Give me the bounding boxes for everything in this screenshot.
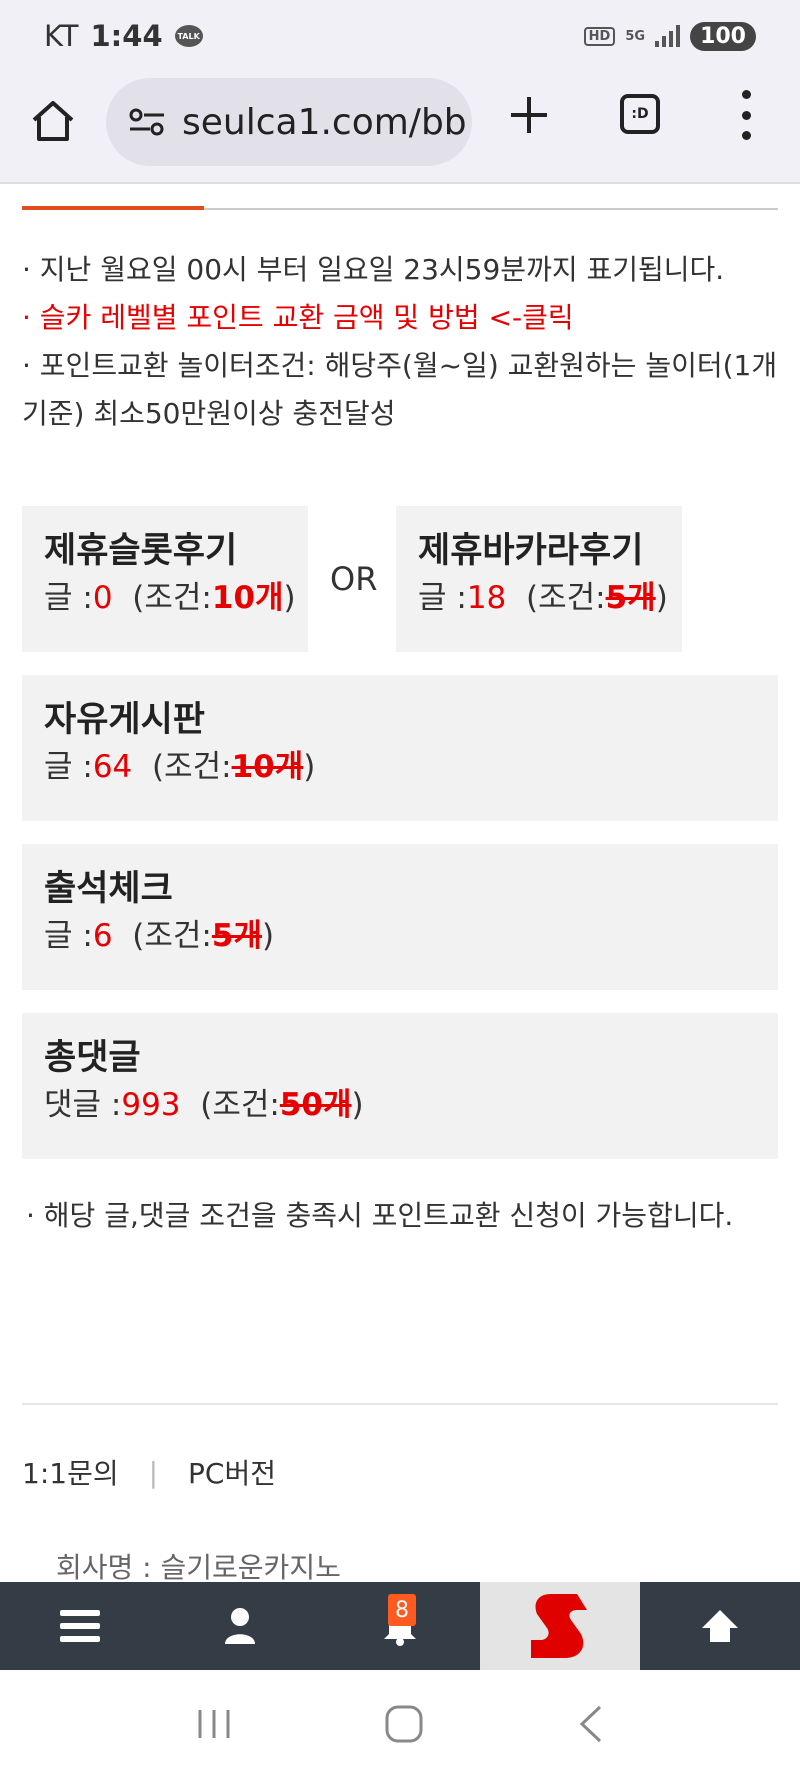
hamburger-icon [60, 1610, 100, 1642]
card-count-line: 글 :18 (조건:5개) [418, 576, 668, 620]
post-count: 18 [466, 580, 507, 616]
hd-icon: HD [583, 26, 616, 46]
condition-suffix: ) [303, 749, 316, 785]
requirement: 10개 [231, 749, 304, 785]
count-prefix: 글 : [418, 580, 467, 616]
pc-version-link[interactable]: PC버전 [188, 1452, 276, 1492]
system-navigation [0, 1670, 800, 1778]
nav-home-logo[interactable] [480, 1582, 640, 1670]
site-settings-icon[interactable] [128, 107, 166, 137]
active-tab-indicator [22, 206, 204, 210]
nav-user-button[interactable] [160, 1582, 320, 1670]
notification-badge: 8 [388, 1594, 416, 1626]
bottom-nav: 8 [0, 1582, 800, 1670]
clock: 1:44 [90, 19, 163, 53]
address-bar[interactable]: seulca1.com/bb [106, 78, 472, 166]
eligibility-note: · 해당 글,댓글 조건을 충족시 포인트교환 신청이 가능합니다. [26, 1199, 734, 1232]
count-prefix: 글 : [44, 580, 93, 616]
card-count-line: 글 :0 (조건:10개) [44, 576, 296, 620]
recent-apps-icon[interactable] [196, 1706, 232, 1742]
browser-toolbar: seulca1.com/bb :D [0, 72, 800, 184]
battery-indicator: 100 [690, 21, 756, 51]
condition-prefix: (조건: [526, 580, 606, 616]
carrier-label: KT [44, 19, 79, 53]
info-notes: · 지난 월요일 00시 부터 일요일 23시59분까지 표기됩니다. · 슬카… [22, 246, 782, 438]
condition-prefix: (조건: [132, 918, 212, 954]
status-right: HD 5G 100 [583, 21, 756, 51]
network-5g-icon: 5G [625, 28, 646, 44]
condition-prefix: (조건: [152, 749, 232, 785]
card-slot-review: 제휴슬롯후기 글 :0 (조건:10개) [22, 506, 308, 652]
card-title: 자유게시판 [44, 700, 206, 740]
comment-count: 993 [121, 1087, 181, 1123]
requirement: 10개 [211, 580, 284, 616]
condition-suffix: ) [261, 918, 275, 954]
condition-suffix: ) [351, 1087, 364, 1123]
home-icon[interactable] [30, 98, 76, 144]
count-prefix: 글 : [44, 749, 93, 785]
note-period: · 지난 월요일 00시 부터 일요일 23시59분까지 표기됩니다. [22, 253, 725, 286]
card-attendance: 출석체크 글 :6 (조건:5개) [22, 844, 778, 990]
kakaotalk-icon: TALK [174, 25, 203, 47]
or-label: OR [330, 560, 378, 598]
condition-suffix: ) [655, 580, 668, 616]
requirement: 50개 [279, 1087, 352, 1123]
card-free-board: 자유게시판 글 :64 (조건:10개) [22, 675, 778, 821]
note-exchange-link[interactable]: · 슬카 레벨별 포인트 교환 금액 및 방법 <-클릭 [22, 294, 782, 342]
card-title: 제휴슬롯후기 [44, 531, 238, 571]
home-nav-icon[interactable] [384, 1704, 424, 1744]
post-count: 6 [92, 918, 113, 954]
inquiry-link[interactable]: 1:1문의 [22, 1452, 119, 1492]
status-bar: KT 1:44 TALK HD 5G 100 [0, 0, 800, 72]
footer-links: 1:1문의 | PC버전 [22, 1452, 276, 1492]
nav-notification-button[interactable]: 8 [320, 1582, 480, 1670]
back-icon[interactable] [576, 1704, 604, 1744]
card-count-line: 글 :6 (조건:5개) [44, 914, 756, 958]
condition-suffix: ) [283, 580, 296, 616]
site-logo-icon [531, 1594, 587, 1658]
count-prefix: 글 : [44, 918, 93, 954]
signal-icon [655, 25, 681, 47]
condition-prefix: (조건: [132, 580, 212, 616]
card-title: 총댓글 [44, 1038, 141, 1078]
nav-menu-button[interactable] [0, 1582, 160, 1670]
post-count: 64 [92, 749, 133, 785]
card-baccarat-review: 제휴바카라후기 글 :18 (조건:5개) [396, 506, 682, 652]
status-left: KT 1:44 TALK [44, 19, 203, 53]
requirement: 5개 [605, 580, 656, 616]
card-count-line: 글 :64 (조건:10개) [44, 745, 756, 789]
note-condition: · 포인트교환 놀이터조건: 해당주(월~일) 교환원하는 놀이터(1개기준) … [22, 349, 778, 430]
tab-switcher-button[interactable]: :D [620, 94, 660, 134]
card-count-line: 댓글 :993 (조건:50개) [44, 1083, 756, 1127]
nav-scroll-top-button[interactable] [640, 1582, 800, 1670]
more-menu-icon[interactable] [738, 90, 754, 140]
footer-separator: | [148, 1455, 159, 1489]
company-name: 회사명 : 슬기로운카지노 [56, 1551, 341, 1584]
card-total-comments: 총댓글 댓글 :993 (조건:50개) [22, 1013, 778, 1159]
card-title: 제휴바카라후기 [418, 531, 644, 571]
requirement: 5개 [211, 918, 262, 954]
arrow-up-icon [702, 1610, 738, 1642]
post-count: 0 [92, 580, 113, 616]
card-title: 출석체크 [44, 869, 173, 909]
condition-prefix: (조건: [200, 1087, 280, 1123]
footer-divider [22, 1403, 778, 1405]
user-icon [225, 1608, 255, 1644]
new-tab-icon[interactable] [506, 92, 552, 138]
url-text: seulca1.com/bb [182, 101, 467, 143]
count-prefix: 댓글 : [44, 1087, 122, 1123]
